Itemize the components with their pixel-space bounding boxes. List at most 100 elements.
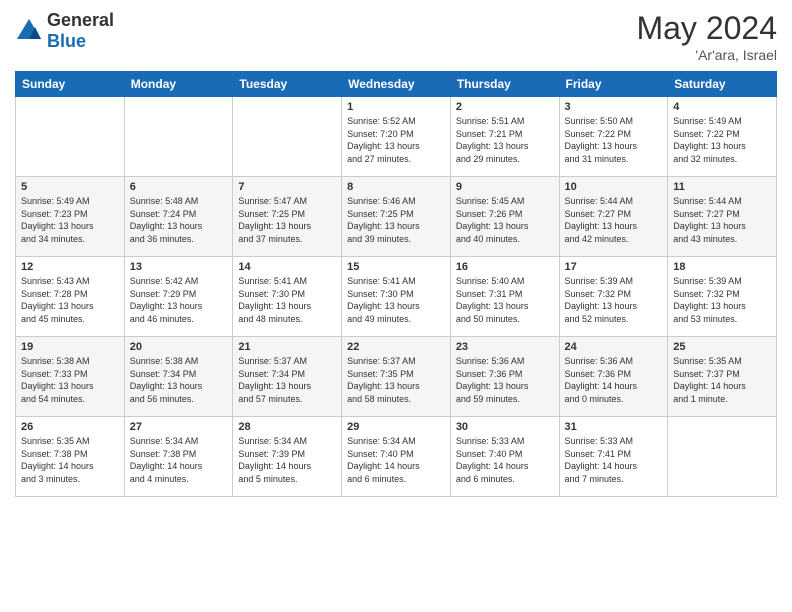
calendar-cell: 29 Sunrise: 5:34 AM Sunset: 7:40 PM Dayli… xyxy=(342,417,451,497)
calendar-table: SundayMondayTuesdayWednesdayThursdayFrid… xyxy=(15,71,777,497)
header: General Blue May 2024 'Ar'ara, Israel xyxy=(15,10,777,63)
day-info: Sunrise: 5:35 AM Sunset: 7:38 PM Dayligh… xyxy=(21,435,119,485)
calendar-cell xyxy=(124,97,233,177)
weekday-header: Wednesday xyxy=(342,72,451,97)
day-number: 7 xyxy=(238,181,336,193)
day-info: Sunrise: 5:52 AM Sunset: 7:20 PM Dayligh… xyxy=(347,115,445,165)
day-number: 10 xyxy=(565,181,663,193)
calendar-cell: 4Sunrise: 5:49 AM Sunset: 7:22 PM Daylig… xyxy=(668,97,777,177)
calendar-cell: 31 Sunrise: 5:33 AM Sunset: 7:41 PM Dayli… xyxy=(559,417,668,497)
logo-general-text: General xyxy=(47,10,114,30)
calendar-cell: 2 Sunrise: 5:51 AM Sunset: 7:21 PM Daylig… xyxy=(450,97,559,177)
calendar-cell: 3 Sunrise: 5:50 AM Sunset: 7:22 PM Daylig… xyxy=(559,97,668,177)
day-number: 19 xyxy=(21,341,119,353)
day-info: Sunrise: 5:40 AM Sunset: 7:31 PM Dayligh… xyxy=(456,275,554,325)
day-number: 6 xyxy=(130,181,228,193)
calendar-body: 1 Sunrise: 5:52 AM Sunset: 7:20 PM Daylig… xyxy=(16,97,777,497)
weekday-header: Friday xyxy=(559,72,668,97)
day-info: Sunrise: 5:47 AM Sunset: 7:25 PM Dayligh… xyxy=(238,195,336,245)
weekday-header: Sunday xyxy=(16,72,125,97)
day-info: Sunrise: 5:48 AM Sunset: 7:24 PM Dayligh… xyxy=(130,195,228,245)
day-info: Sunrise: 5:50 AM Sunset: 7:22 PM Dayligh… xyxy=(565,115,663,165)
day-info: Sunrise: 5:34 AM Sunset: 7:40 PM Dayligh… xyxy=(347,435,445,485)
logo-blue-text: Blue xyxy=(47,31,86,51)
day-info: Sunrise: 5:45 AM Sunset: 7:26 PM Dayligh… xyxy=(456,195,554,245)
day-number: 25 xyxy=(673,341,771,353)
day-info: Sunrise: 5:33 AM Sunset: 7:41 PM Dayligh… xyxy=(565,435,663,485)
day-number: 24 xyxy=(565,341,663,353)
day-info: Sunrise: 5:35 AM Sunset: 7:37 PM Dayligh… xyxy=(673,355,771,405)
day-info: Sunrise: 5:34 AM Sunset: 7:39 PM Dayligh… xyxy=(238,435,336,485)
day-number: 31 xyxy=(565,421,663,433)
weekday-header: Monday xyxy=(124,72,233,97)
calendar-cell xyxy=(16,97,125,177)
weekday-header: Thursday xyxy=(450,72,559,97)
location: 'Ar'ara, Israel xyxy=(636,47,777,63)
day-number: 1 xyxy=(347,101,445,113)
calendar-cell: 7 Sunrise: 5:47 AM Sunset: 7:25 PM Daylig… xyxy=(233,177,342,257)
day-info: Sunrise: 5:39 AM Sunset: 7:32 PM Dayligh… xyxy=(565,275,663,325)
day-number: 29 xyxy=(347,421,445,433)
calendar-cell: 23 Sunrise: 5:36 AM Sunset: 7:36 PM Dayli… xyxy=(450,337,559,417)
calendar-cell: 15 Sunrise: 5:41 AM Sunset: 7:30 PM Dayli… xyxy=(342,257,451,337)
calendar-cell: 27 Sunrise: 5:34 AM Sunset: 7:38 PM Dayli… xyxy=(124,417,233,497)
day-number: 4 xyxy=(673,101,771,113)
day-number: 2 xyxy=(456,101,554,113)
calendar-cell: 22Sunrise: 5:37 AM Sunset: 7:35 PM Dayli… xyxy=(342,337,451,417)
day-number: 3 xyxy=(565,101,663,113)
calendar-header: SundayMondayTuesdayWednesdayThursdayFrid… xyxy=(16,72,777,97)
title-block: May 2024 'Ar'ara, Israel xyxy=(636,10,777,63)
day-info: Sunrise: 5:36 AM Sunset: 7:36 PM Dayligh… xyxy=(565,355,663,405)
calendar-cell: 20Sunrise: 5:38 AM Sunset: 7:34 PM Dayli… xyxy=(124,337,233,417)
calendar-cell: 1 Sunrise: 5:52 AM Sunset: 7:20 PM Daylig… xyxy=(342,97,451,177)
day-number: 27 xyxy=(130,421,228,433)
calendar-cell: 11Sunrise: 5:44 AM Sunset: 7:27 PM Dayli… xyxy=(668,177,777,257)
calendar-week-row: 1 Sunrise: 5:52 AM Sunset: 7:20 PM Daylig… xyxy=(16,97,777,177)
day-info: Sunrise: 5:43 AM Sunset: 7:28 PM Dayligh… xyxy=(21,275,119,325)
calendar-cell: 9 Sunrise: 5:45 AM Sunset: 7:26 PM Daylig… xyxy=(450,177,559,257)
day-number: 16 xyxy=(456,261,554,273)
calendar-cell: 30Sunrise: 5:33 AM Sunset: 7:40 PM Dayli… xyxy=(450,417,559,497)
page-container: General Blue May 2024 'Ar'ara, Israel Su… xyxy=(0,0,792,507)
calendar-cell: 21 Sunrise: 5:37 AM Sunset: 7:34 PM Dayli… xyxy=(233,337,342,417)
day-number: 21 xyxy=(238,341,336,353)
day-number: 9 xyxy=(456,181,554,193)
day-number: 13 xyxy=(130,261,228,273)
day-number: 14 xyxy=(238,261,336,273)
calendar-cell: 10Sunrise: 5:44 AM Sunset: 7:27 PM Dayli… xyxy=(559,177,668,257)
day-number: 12 xyxy=(21,261,119,273)
calendar-cell: 25 Sunrise: 5:35 AM Sunset: 7:37 PM Dayli… xyxy=(668,337,777,417)
calendar-cell: 26 Sunrise: 5:35 AM Sunset: 7:38 PM Dayli… xyxy=(16,417,125,497)
calendar-cell: 28 Sunrise: 5:34 AM Sunset: 7:39 PM Dayli… xyxy=(233,417,342,497)
calendar-week-row: 12 Sunrise: 5:43 AM Sunset: 7:28 PM Dayli… xyxy=(16,257,777,337)
day-number: 15 xyxy=(347,261,445,273)
day-number: 28 xyxy=(238,421,336,433)
day-number: 18 xyxy=(673,261,771,273)
day-number: 30 xyxy=(456,421,554,433)
day-number: 26 xyxy=(21,421,119,433)
calendar-cell: 12 Sunrise: 5:43 AM Sunset: 7:28 PM Dayli… xyxy=(16,257,125,337)
weekday-header: Tuesday xyxy=(233,72,342,97)
header-row: SundayMondayTuesdayWednesdayThursdayFrid… xyxy=(16,72,777,97)
day-info: Sunrise: 5:37 AM Sunset: 7:34 PM Dayligh… xyxy=(238,355,336,405)
day-number: 8 xyxy=(347,181,445,193)
weekday-header: Saturday xyxy=(668,72,777,97)
day-info: Sunrise: 5:38 AM Sunset: 7:33 PM Dayligh… xyxy=(21,355,119,405)
calendar-week-row: 5Sunrise: 5:49 AM Sunset: 7:23 PM Daylig… xyxy=(16,177,777,257)
day-number: 5 xyxy=(21,181,119,193)
calendar-week-row: 26 Sunrise: 5:35 AM Sunset: 7:38 PM Dayli… xyxy=(16,417,777,497)
day-number: 23 xyxy=(456,341,554,353)
logo: General Blue xyxy=(15,10,114,52)
day-info: Sunrise: 5:36 AM Sunset: 7:36 PM Dayligh… xyxy=(456,355,554,405)
calendar-cell: 6 Sunrise: 5:48 AM Sunset: 7:24 PM Daylig… xyxy=(124,177,233,257)
day-number: 11 xyxy=(673,181,771,193)
calendar-cell: 17Sunrise: 5:39 AM Sunset: 7:32 PM Dayli… xyxy=(559,257,668,337)
day-number: 22 xyxy=(347,341,445,353)
calendar-cell: 19 Sunrise: 5:38 AM Sunset: 7:33 PM Dayli… xyxy=(16,337,125,417)
day-info: Sunrise: 5:41 AM Sunset: 7:30 PM Dayligh… xyxy=(347,275,445,325)
day-info: Sunrise: 5:39 AM Sunset: 7:32 PM Dayligh… xyxy=(673,275,771,325)
day-info: Sunrise: 5:42 AM Sunset: 7:29 PM Dayligh… xyxy=(130,275,228,325)
day-info: Sunrise: 5:34 AM Sunset: 7:38 PM Dayligh… xyxy=(130,435,228,485)
calendar-cell: 14Sunrise: 5:41 AM Sunset: 7:30 PM Dayli… xyxy=(233,257,342,337)
day-info: Sunrise: 5:51 AM Sunset: 7:21 PM Dayligh… xyxy=(456,115,554,165)
